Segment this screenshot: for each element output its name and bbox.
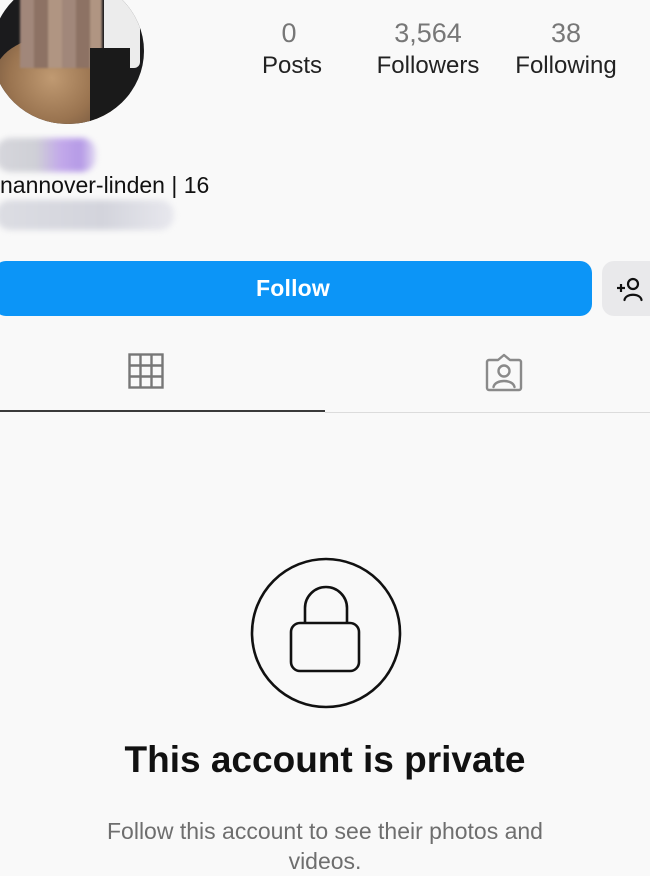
avatar-clothing: [90, 48, 130, 124]
tab-tagged[interactable]: [484, 352, 524, 397]
tab-grid[interactable]: [127, 352, 165, 395]
stat-followers-label: Followers: [376, 52, 480, 79]
private-account-title: This account is private: [124, 739, 526, 780]
private-account-subtitle: Follow this account to see their photos …: [107, 818, 543, 874]
blurred-display-name: [0, 138, 96, 172]
tab-divider: [325, 412, 650, 413]
add-person-icon: [617, 277, 643, 302]
profile-avatar[interactable]: [0, 0, 144, 124]
stat-followers[interactable]: 3,564 Followers: [370, 18, 486, 82]
stat-followers-value: 3,564: [394, 18, 462, 48]
lock-icon: [250, 557, 402, 709]
tagged-person-icon: [485, 353, 523, 392]
stat-following-label: Following: [515, 52, 617, 79]
suggested-accounts-button[interactable]: [602, 261, 650, 316]
stat-following-value: 38: [550, 18, 582, 48]
bio-text: nannover-linden | 16: [0, 172, 210, 198]
blurred-bio-line: [0, 200, 174, 230]
stat-following[interactable]: 38 Following: [510, 18, 622, 82]
follow-button[interactable]: Follow: [0, 261, 592, 316]
stat-posts-label: Posts: [262, 52, 323, 79]
stat-posts: 0 Posts: [262, 18, 323, 82]
stat-posts-value: 0: [281, 18, 297, 48]
grid-icon: [128, 353, 164, 389]
active-tab-indicator: [0, 410, 325, 412]
